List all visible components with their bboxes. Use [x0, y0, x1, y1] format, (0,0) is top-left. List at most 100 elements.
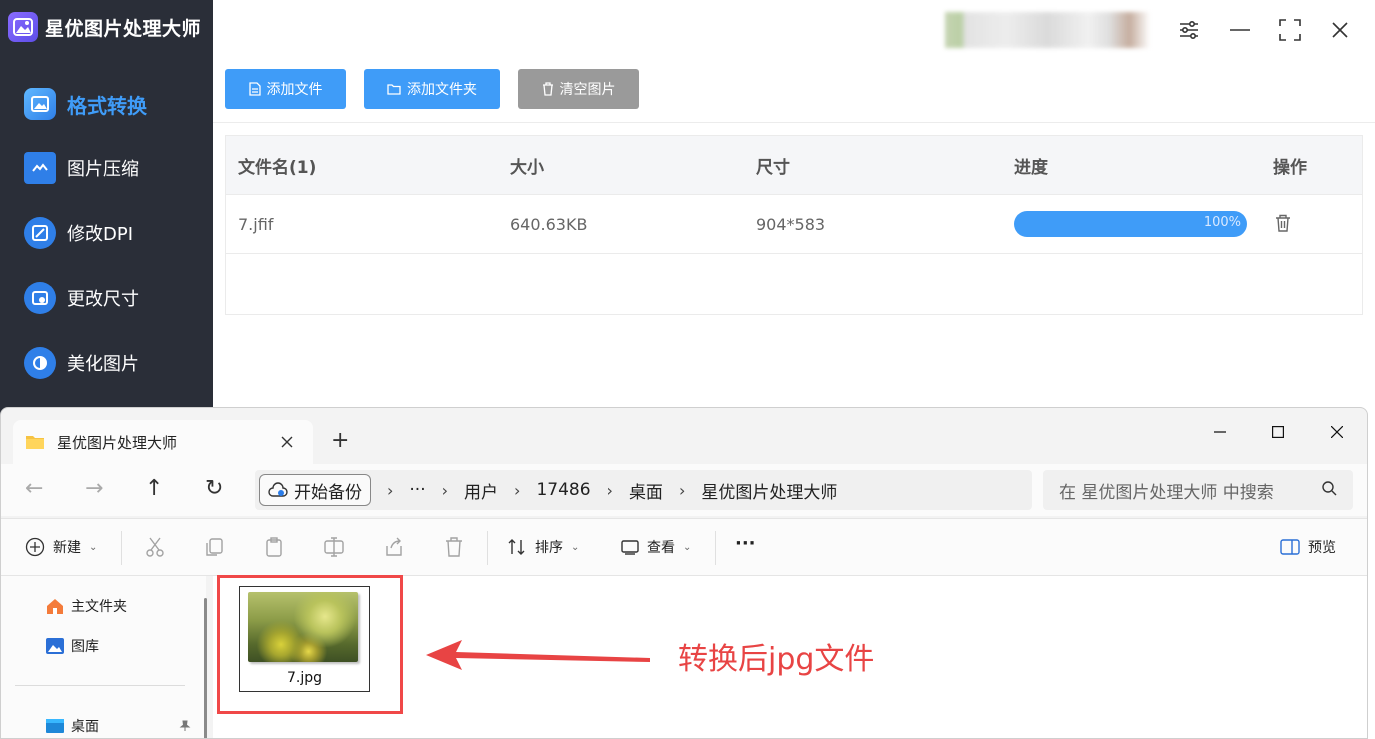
sidebar-item-label: 修改DPI	[67, 224, 134, 245]
clear-images-label: 清空图片	[559, 82, 616, 98]
copy-icon[interactable]	[203, 536, 225, 558]
breadcrumb-app-folder[interactable]: 星优图片处理大师	[701, 478, 837, 503]
gallery-icon	[46, 638, 64, 654]
refresh-icon[interactable]: ↻	[205, 476, 223, 501]
sidebar-item-compress[interactable]: 图片压缩	[24, 152, 139, 184]
more-label: ···	[735, 533, 756, 554]
divider	[213, 122, 1375, 123]
preview-pane-icon	[1280, 539, 1300, 555]
forward-icon[interactable]: →	[85, 476, 103, 501]
rename-icon[interactable]	[323, 536, 345, 558]
app-title: 星优图片处理大师	[45, 17, 202, 40]
minimize-icon[interactable]	[1228, 18, 1252, 42]
delete-row-icon[interactable]	[1275, 214, 1291, 236]
col-header-actions: 操作	[1273, 157, 1307, 178]
breadcrumb-desktop[interactable]: 桌面	[629, 478, 663, 503]
divider	[15, 685, 185, 686]
search-input[interactable]: 在 星优图片处理大师 中搜索	[1043, 470, 1353, 510]
explorer-minimize-icon[interactable]	[1197, 414, 1243, 450]
settings-icon[interactable]	[1177, 18, 1201, 42]
cell-size: 640.63KB	[510, 214, 588, 234]
annotation-label: 转换后jpg文件	[678, 642, 875, 677]
user-avatar[interactable]	[945, 12, 1150, 48]
plus-circle-icon	[25, 537, 45, 557]
sidebar-item-label: 更改尺寸	[67, 289, 139, 310]
progress-label: 100%	[1203, 215, 1241, 230]
beautify-icon	[24, 347, 56, 379]
preview-label: 预览	[1308, 540, 1336, 556]
sidebar-item-label: 格式转换	[67, 93, 147, 118]
resize-icon	[24, 282, 56, 314]
address-box[interactable]: 开始备份 › ··· › 用户 › 17486 › 桌面 › 星优图片处理大师	[255, 470, 1032, 510]
view-button[interactable]: 查看 ⌄	[621, 537, 691, 557]
paste-icon[interactable]	[263, 536, 285, 558]
cloud-icon	[268, 482, 288, 497]
explorer-close-icon[interactable]	[1314, 414, 1360, 450]
command-bar: 新建 ⌄ 排序 ⌄ 查看 ⌄ ··· 预览	[1, 518, 1367, 576]
sidebar-item-format-convert[interactable]: 格式转换	[24, 88, 147, 120]
preview-pane-button[interactable]: 预览	[1280, 537, 1336, 557]
compress-icon	[24, 152, 56, 184]
file-explorer-window: 星优图片处理大师 + ← → ↑ ↻ 开始备份 › ··· › 用户 › 174…	[0, 407, 1368, 739]
sidebar-item-label: 图片压缩	[67, 159, 139, 180]
breadcrumb-user-folder[interactable]: 17486	[536, 480, 590, 500]
separator	[487, 531, 488, 565]
sort-button[interactable]: 排序 ⌄	[507, 537, 579, 557]
dpi-icon	[24, 217, 56, 249]
breadcrumb-users[interactable]: 用户	[464, 478, 498, 503]
nav-item-home[interactable]: 主文件夹	[45, 596, 127, 616]
file-table: 文件名(1) 大小 尺寸 进度 操作 7.jfif 640.63KB 904*5…	[225, 135, 1363, 315]
nav-item-desktop[interactable]: 桌面	[45, 716, 191, 736]
chevron-right-icon: ›	[387, 480, 394, 500]
close-tab-icon[interactable]	[281, 436, 293, 448]
search-icon	[1322, 481, 1337, 496]
separator	[121, 531, 122, 565]
nav-item-label: 主文件夹	[71, 599, 127, 615]
chevron-right-icon: ›	[678, 480, 686, 500]
chevron-down-icon: ⌄	[89, 541, 98, 553]
highlight-box	[217, 575, 403, 714]
arrow-left-icon	[426, 640, 650, 670]
up-icon[interactable]: ↑	[145, 476, 163, 501]
back-icon[interactable]: ←	[25, 476, 43, 501]
cell-filename: 7.jfif	[238, 214, 274, 234]
breadcrumb-overflow[interactable]: ···	[409, 480, 425, 500]
progress-bar: 100%	[1014, 211, 1247, 237]
nav-pane-scrollbar[interactable]	[204, 598, 207, 738]
desktop-icon	[46, 719, 64, 733]
explorer-tab-title: 星优图片处理大师	[57, 433, 178, 452]
new-tab-icon[interactable]: +	[331, 428, 349, 453]
share-icon[interactable]	[383, 536, 405, 558]
sidebar-item-dpi[interactable]: 修改DPI	[24, 217, 133, 249]
explorer-maximize-icon[interactable]	[1255, 414, 1301, 450]
backup-button[interactable]: 开始备份	[259, 474, 371, 506]
close-icon[interactable]	[1328, 18, 1352, 42]
new-label: 新建	[53, 540, 81, 556]
table-row[interactable]: 7.jfif 640.63KB 904*583 100%	[226, 194, 1362, 254]
address-bar-row: ← → ↑ ↻ 开始备份 › ··· › 用户 › 17486 › 桌面 › 星…	[1, 464, 1367, 516]
col-header-progress: 进度	[1014, 157, 1048, 178]
cut-icon[interactable]	[144, 536, 166, 558]
pin-icon[interactable]	[179, 720, 191, 732]
col-header-filename: 文件名(1)	[238, 157, 317, 178]
nav-item-gallery[interactable]: 图库	[45, 636, 99, 656]
nav-item-label: 桌面	[71, 719, 99, 735]
sort-label: 排序	[535, 540, 563, 556]
clear-images-button[interactable]: 清空图片	[518, 69, 639, 109]
app-logo-icon	[8, 12, 38, 42]
navigation-pane: 主文件夹 图库 桌面	[1, 576, 206, 738]
chevron-right-icon: ›	[606, 480, 613, 500]
new-button[interactable]: 新建 ⌄	[25, 537, 97, 557]
file-icon	[248, 82, 261, 96]
home-icon	[47, 599, 63, 614]
nav-item-label: 图库	[71, 639, 99, 655]
sidebar-item-beautify[interactable]: 美化图片	[24, 347, 139, 379]
view-icon	[621, 540, 639, 555]
add-folder-button[interactable]: 添加文件夹	[364, 69, 500, 109]
add-file-button[interactable]: 添加文件	[225, 69, 346, 109]
explorer-tab[interactable]: 星优图片处理大师	[13, 420, 313, 464]
delete-icon[interactable]	[443, 536, 465, 558]
maximize-icon[interactable]	[1278, 18, 1302, 42]
more-options-button[interactable]: ···	[735, 533, 756, 554]
sidebar-item-resize[interactable]: 更改尺寸	[24, 282, 139, 314]
